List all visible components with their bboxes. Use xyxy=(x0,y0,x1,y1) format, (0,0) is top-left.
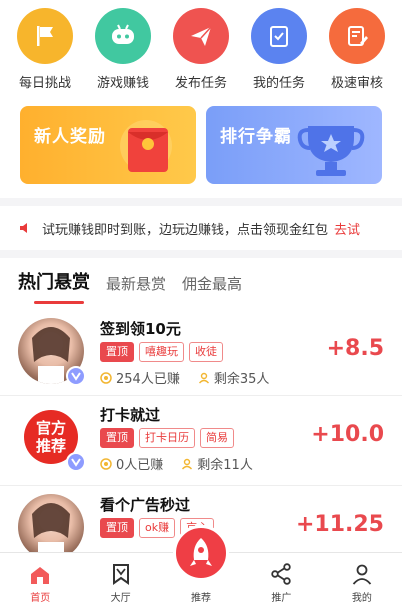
speaker-icon xyxy=(18,221,32,235)
nav-label: 推广 xyxy=(271,593,292,604)
quick-label: 极速审核 xyxy=(330,76,383,91)
tag: 简易 xyxy=(200,428,234,448)
bottom-nav: 首页 大厅 推荐 推广 我的 xyxy=(0,525,402,608)
coin-icon xyxy=(100,371,112,384)
nav-label: 大厅 xyxy=(110,593,131,604)
tag: 置顶 xyxy=(100,428,134,448)
flag-icon xyxy=(17,8,73,64)
checklist-icon xyxy=(251,8,307,64)
earned-count: 0人已赚 xyxy=(116,458,164,473)
task-row[interactable]: 签到领10元 置顶 嘻趣玩 收徒 254人已赚 剩余35人 +8.5 xyxy=(0,310,402,396)
tag: 收徒 xyxy=(189,342,223,362)
tag: 打卡日历 xyxy=(139,428,195,448)
quick-label: 每日挑战 xyxy=(18,76,71,91)
banner-title: 排行争霸 xyxy=(220,127,292,147)
nav-label: 首页 xyxy=(30,593,51,604)
trophy-icon xyxy=(297,126,365,176)
task-reward: +11.25 xyxy=(295,512,384,537)
remaining-stat: 剩余11人 xyxy=(181,454,253,473)
task-tags: 置顶 打卡日历 简易 xyxy=(100,428,234,448)
remaining-count: 剩余11人 xyxy=(197,458,253,473)
bookmark-icon xyxy=(112,564,129,585)
quick-fast-review[interactable]: 极速审核 xyxy=(321,4,393,96)
task-stats: 254人已赚 剩余35人 xyxy=(100,368,269,387)
edit-doc-icon xyxy=(329,8,385,64)
verified-icon xyxy=(66,452,86,472)
ranking-banner[interactable]: 排行争霸 xyxy=(206,106,382,184)
task-title: 签到领10元 xyxy=(100,320,181,338)
task-reward: +10.0 xyxy=(311,422,384,447)
nav-mine[interactable]: 我的 xyxy=(322,553,402,608)
paper-plane-icon xyxy=(173,8,229,64)
remaining-count: 剩余35人 xyxy=(213,372,270,387)
task-stats: 0人已赚 剩余11人 xyxy=(100,454,253,473)
red-envelope-icon xyxy=(120,120,172,172)
quick-daily-challenge[interactable]: 每日挑战 xyxy=(9,4,81,96)
quick-game-earn[interactable]: 游戏赚钱 xyxy=(87,4,159,96)
tab-highest-commission[interactable]: 佣金最高 xyxy=(182,273,242,304)
tab-latest[interactable]: 最新悬赏 xyxy=(106,273,166,304)
remaining-stat: 剩余35人 xyxy=(198,368,270,387)
promo-banners: 新人奖励 排行争霸 xyxy=(20,106,382,184)
tag: 置顶 xyxy=(100,342,134,362)
rocket-icon xyxy=(173,525,230,581)
nav-label: 我的 xyxy=(351,593,372,604)
task-title: 打卡就过 xyxy=(100,406,161,424)
notice-link[interactable]: 去试 xyxy=(334,219,360,238)
gamepad-icon xyxy=(95,8,151,64)
tab-hot[interactable]: 热门悬赏 xyxy=(18,268,90,304)
user-icon xyxy=(352,564,372,585)
nav-recommend[interactable]: 推荐 xyxy=(161,525,241,608)
newbie-reward-banner[interactable]: 新人奖励 xyxy=(20,106,196,184)
notice-text: 试玩赚钱即时到账，边玩边赚钱，点击领现金红包 xyxy=(42,222,329,238)
quick-publish-task[interactable]: 发布任务 xyxy=(165,4,237,96)
task-row[interactable]: 官方 推荐 打卡就过 置顶 打卡日历 简易 0人已赚 剩余11人 +10.0 xyxy=(0,396,402,486)
quick-label: 游戏赚钱 xyxy=(96,76,149,91)
banner-title: 新人奖励 xyxy=(34,127,106,147)
nav-promote[interactable]: 推广 xyxy=(241,553,321,608)
task-reward: +8.5 xyxy=(326,336,384,361)
notice-bar[interactable]: 试玩赚钱即时到账，边玩边赚钱，点击领现金红包 去试 xyxy=(0,212,402,244)
earned-stat: 0人已赚 xyxy=(100,454,163,473)
quick-label: 我的任务 xyxy=(252,76,305,91)
nav-hall[interactable]: 大厅 xyxy=(80,553,160,608)
nav-label: 推荐 xyxy=(191,593,212,604)
quick-my-tasks[interactable]: 我的任务 xyxy=(243,4,315,96)
task-title: 看个广告秒过 xyxy=(100,496,191,514)
home-icon xyxy=(31,567,50,584)
avatar-text: 推荐 xyxy=(35,437,66,455)
section-divider xyxy=(0,198,402,206)
earned-stat: 254人已赚 xyxy=(100,368,180,387)
tag: 嘻趣玩 xyxy=(139,342,184,362)
task-tags: 置顶 嘻趣玩 收徒 xyxy=(100,342,223,362)
tag: 置顶 xyxy=(100,518,134,538)
avatar-text: 官方 xyxy=(35,419,66,437)
reward-tabs: 热门悬赏 最新悬赏 佣金最高 xyxy=(18,266,242,304)
person-icon xyxy=(198,372,209,383)
coin-icon xyxy=(100,457,112,470)
quick-label: 发布任务 xyxy=(174,76,227,91)
avatar xyxy=(18,494,84,560)
quick-actions: 每日挑战 游戏赚钱 发布任务 我的任务 极速审核 xyxy=(0,0,402,96)
verified-icon xyxy=(66,366,86,386)
person-icon xyxy=(182,458,193,469)
nav-home[interactable]: 首页 xyxy=(0,553,80,608)
share-icon xyxy=(271,563,292,585)
earned-count: 254人已赚 xyxy=(116,372,180,387)
tag: ok赚 xyxy=(139,518,176,538)
section-divider xyxy=(0,250,402,258)
